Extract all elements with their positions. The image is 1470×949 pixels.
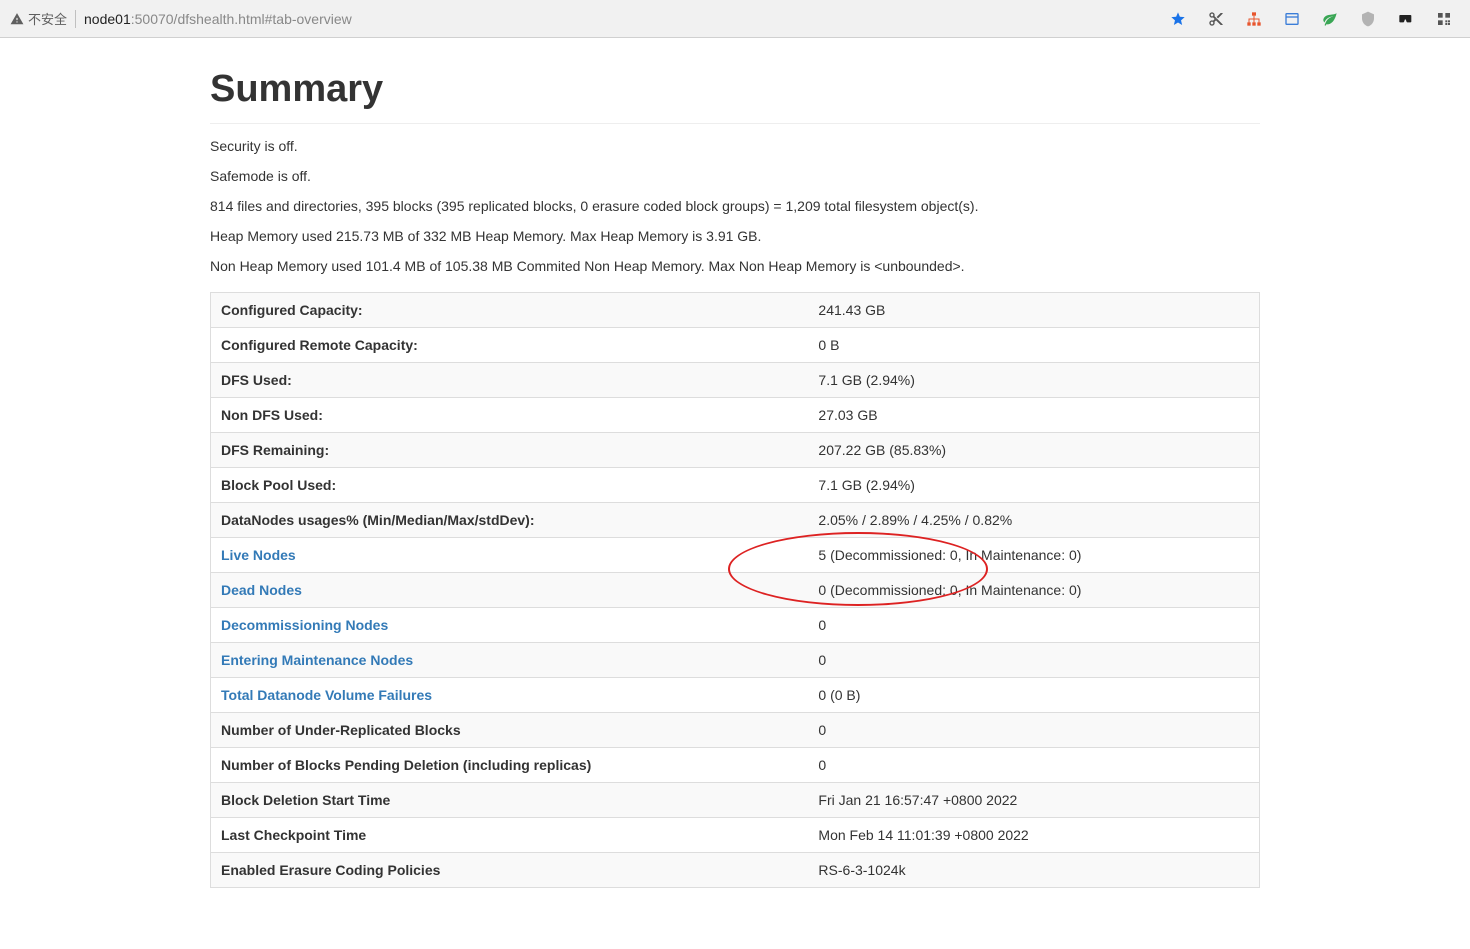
row-label: Configured Capacity: bbox=[211, 293, 809, 328]
table-row: DFS Used:7.1 GB (2.94%) bbox=[211, 363, 1260, 398]
row-label: Configured Remote Capacity: bbox=[211, 328, 809, 363]
row-value: 0 bbox=[808, 713, 1259, 748]
url-rest: :50070/dfshealth.html#tab-overview bbox=[131, 11, 352, 27]
row-value: 0 (Decommissioned: 0, In Maintenance: 0) bbox=[808, 573, 1259, 608]
heap-summary: Heap Memory used 215.73 MB of 332 MB Hea… bbox=[210, 228, 1260, 244]
row-value: 7.1 GB (2.94%) bbox=[808, 468, 1259, 503]
row-label: Entering Maintenance Nodes bbox=[211, 643, 809, 678]
row-link[interactable]: Live Nodes bbox=[221, 547, 296, 563]
files-summary: 814 files and directories, 395 blocks (3… bbox=[210, 198, 1260, 214]
row-value: 7.1 GB (2.94%) bbox=[808, 363, 1259, 398]
row-link[interactable]: Entering Maintenance Nodes bbox=[221, 652, 413, 668]
row-link[interactable]: Total Datanode Volume Failures bbox=[221, 687, 432, 703]
row-value: 241.43 GB bbox=[808, 293, 1259, 328]
table-row: DFS Remaining:207.22 GB (85.83%) bbox=[211, 433, 1260, 468]
insecure-badge[interactable]: 不安全 bbox=[10, 9, 67, 28]
row-label: Total Datanode Volume Failures bbox=[211, 678, 809, 713]
row-label: Block Deletion Start Time bbox=[211, 783, 809, 818]
sitemap-icon[interactable] bbox=[1246, 11, 1262, 27]
row-link[interactable]: Decommissioning Nodes bbox=[221, 617, 388, 633]
table-row: Total Datanode Volume Failures 0 (0 B) bbox=[211, 678, 1260, 713]
star-icon[interactable] bbox=[1170, 11, 1186, 27]
table-row: DataNodes usages% (Min/Median/Max/stdDev… bbox=[211, 503, 1260, 538]
table-row: Dead Nodes 0 (Decommissioned: 0, In Maint… bbox=[211, 573, 1260, 608]
url-text[interactable]: node01:50070/dfshealth.html#tab-overview bbox=[84, 11, 1162, 27]
table-row: Block Deletion Start TimeFri Jan 21 16:5… bbox=[211, 783, 1260, 818]
nonheap-summary: Non Heap Memory used 101.4 MB of 105.38 … bbox=[210, 258, 1260, 274]
row-value: RS-6-3-1024k bbox=[808, 853, 1259, 888]
table-row: Block Pool Used:7.1 GB (2.94%) bbox=[211, 468, 1260, 503]
row-value: 207.22 GB (85.83%) bbox=[808, 433, 1259, 468]
row-value: 0 (0 B) bbox=[808, 678, 1259, 713]
vr-icon[interactable] bbox=[1398, 11, 1414, 27]
summary-table: Configured Capacity:241.43 GBConfigured … bbox=[210, 292, 1260, 888]
panel-icon[interactable] bbox=[1284, 11, 1300, 27]
row-value: 0 B bbox=[808, 328, 1259, 363]
row-label: Dead Nodes bbox=[211, 573, 809, 608]
table-row: Enabled Erasure Coding PoliciesRS-6-3-10… bbox=[211, 853, 1260, 888]
url-host: node01 bbox=[84, 11, 131, 27]
row-label: Block Pool Used: bbox=[211, 468, 809, 503]
row-label: Non DFS Used: bbox=[211, 398, 809, 433]
row-value: 0 bbox=[808, 748, 1259, 783]
row-label: Live Nodes bbox=[211, 538, 809, 573]
security-status: Security is off. bbox=[210, 138, 1260, 154]
row-value: 0 bbox=[808, 608, 1259, 643]
row-value: Fri Jan 21 16:57:47 +0800 2022 bbox=[808, 783, 1259, 818]
browser-extension-icons bbox=[1170, 11, 1460, 27]
table-row: Configured Capacity:241.43 GB bbox=[211, 293, 1260, 328]
url-divider bbox=[75, 10, 76, 28]
table-row: Last Checkpoint TimeMon Feb 14 11:01:39 … bbox=[211, 818, 1260, 853]
row-value: 27.03 GB bbox=[808, 398, 1259, 433]
row-value: Mon Feb 14 11:01:39 +0800 2022 bbox=[808, 818, 1259, 853]
table-row: Live Nodes 5 (Decommissioned: 0, In Maint… bbox=[211, 538, 1260, 573]
scissors-icon[interactable] bbox=[1208, 11, 1224, 27]
table-row: Decommissioning Nodes 0 bbox=[211, 608, 1260, 643]
insecure-label: 不安全 bbox=[28, 9, 67, 28]
browser-address-bar: 不安全 node01:50070/dfshealth.html#tab-over… bbox=[0, 0, 1470, 38]
qr-icon[interactable] bbox=[1436, 11, 1452, 27]
row-label: Number of Under-Replicated Blocks bbox=[211, 713, 809, 748]
main-content: Summary Security is off. Safemode is off… bbox=[190, 38, 1280, 918]
row-label: DataNodes usages% (Min/Median/Max/stdDev… bbox=[211, 503, 809, 538]
row-label: Decommissioning Nodes bbox=[211, 608, 809, 643]
row-value: 2.05% / 2.89% / 4.25% / 0.82% bbox=[808, 503, 1259, 538]
warning-icon bbox=[10, 12, 24, 26]
table-row: Number of Under-Replicated Blocks0 bbox=[211, 713, 1260, 748]
table-row: Non DFS Used:27.03 GB bbox=[211, 398, 1260, 433]
row-link[interactable]: Dead Nodes bbox=[221, 582, 302, 598]
table-row: Number of Blocks Pending Deletion (inclu… bbox=[211, 748, 1260, 783]
safemode-status: Safemode is off. bbox=[210, 168, 1260, 184]
row-value: 5 (Decommissioned: 0, In Maintenance: 0) bbox=[808, 538, 1259, 573]
row-label: DFS Used: bbox=[211, 363, 809, 398]
row-label: Last Checkpoint Time bbox=[211, 818, 809, 853]
leaf-icon[interactable] bbox=[1322, 11, 1338, 27]
row-label: DFS Remaining: bbox=[211, 433, 809, 468]
row-label: Number of Blocks Pending Deletion (inclu… bbox=[211, 748, 809, 783]
table-row: Entering Maintenance Nodes 0 bbox=[211, 643, 1260, 678]
table-row: Configured Remote Capacity:0 B bbox=[211, 328, 1260, 363]
shield-icon[interactable] bbox=[1360, 11, 1376, 27]
row-label: Enabled Erasure Coding Policies bbox=[211, 853, 809, 888]
row-value: 0 bbox=[808, 643, 1259, 678]
page-title: Summary bbox=[210, 68, 1260, 124]
